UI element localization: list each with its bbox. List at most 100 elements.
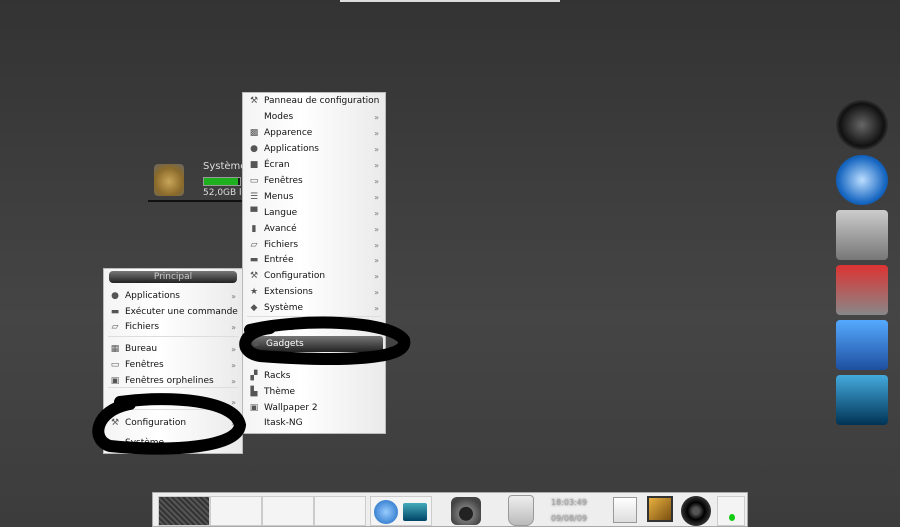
- menu-item-label: Fenêtres: [125, 360, 164, 370]
- monitor-icon: ■: [249, 160, 259, 170]
- blank-icon: [249, 418, 259, 428]
- menu-item-label: Apparence: [264, 128, 313, 138]
- menu-item-label: ment: [125, 397, 149, 407]
- document-icon[interactable]: [836, 320, 888, 370]
- menu-item-fichiers[interactable]: ▱ Fichiers »: [104, 319, 242, 335]
- disk-widget[interactable]: Système 52,0GB li: [148, 158, 247, 202]
- menu-item-applications[interactable]: ● Applications »: [104, 288, 242, 304]
- menu-item-syst-me[interactable]: ◆ Système »: [243, 300, 385, 316]
- chevron-right-icon: »: [374, 255, 379, 265]
- orphan-window-icon: ▣: [110, 376, 120, 386]
- pager-desktop-4[interactable]: [314, 496, 366, 526]
- folder-icon: ▱: [111, 322, 119, 332]
- hard-disk-icon: [154, 164, 184, 196]
- clock-date[interactable]: 09/08/09: [551, 514, 587, 523]
- chevron-right-icon: »: [374, 176, 379, 186]
- chevron-right-icon: »: [231, 418, 236, 428]
- pager-desktop-1[interactable]: [158, 496, 210, 526]
- menu-item-racks[interactable]: ▞ Racks: [243, 368, 385, 384]
- menu-item-apparence[interactable]: ▩ Apparence »: [243, 125, 385, 141]
- disk-name: Système: [203, 161, 247, 172]
- menu-item-th-me[interactable]: ▙ Thème: [243, 384, 385, 400]
- menu-separator: [108, 387, 238, 388]
- window-icon: ▭: [249, 176, 259, 186]
- menu-item-label: Modes: [264, 112, 294, 122]
- menu-item-label: Fond d: [264, 323, 295, 333]
- chevron-right-icon: »: [374, 240, 379, 250]
- browser-icon[interactable]: [374, 500, 398, 524]
- menu-item-label: Menus: [264, 192, 294, 202]
- chevron-right-icon: »: [374, 271, 379, 281]
- menu-item-label: Écran: [264, 160, 290, 170]
- blank-icon: [249, 112, 259, 122]
- menu-item-ex-cuter-une-commande[interactable]: ▬ Exécuter une commande: [104, 304, 242, 320]
- menu-item-configuration[interactable]: ⚒ Configuration »: [243, 268, 385, 284]
- desktop-icon[interactable]: [836, 375, 888, 425]
- config-submenu: ⚒ Panneau de configuration Modes » ▩ Apparenc…: [242, 92, 386, 434]
- wallpaper-icon: ▣: [249, 403, 259, 413]
- monitor-icon[interactable]: [647, 496, 673, 522]
- chevron-right-icon: »: [231, 322, 236, 332]
- chevron-right-icon: »: [231, 376, 236, 386]
- menu-item-label: Bureau: [125, 344, 158, 354]
- chevron-right-icon: »: [374, 224, 379, 234]
- menu-item-menus[interactable]: ☰ Menus »: [243, 189, 385, 205]
- blank-icon: [110, 397, 120, 407]
- menu-item-gadgets[interactable]: ▪ Gadgets: [245, 336, 383, 352]
- menu-item-modules[interactable]: Modules: [243, 352, 385, 368]
- menu-item-itask-ng[interactable]: Itask-NG: [243, 415, 385, 431]
- launcher-group: [370, 496, 432, 526]
- menu-item-bureau[interactable]: ▦ Bureau »: [104, 341, 242, 357]
- menu-item-avanc-[interactable]: ▮ Avancé »: [243, 221, 385, 237]
- menu-item-applications[interactable]: ● Applications »: [243, 141, 385, 157]
- menu-item-syst-me[interactable]: Système: [104, 435, 242, 451]
- menu-item-wallpaper-2[interactable]: ▣ Wallpaper 2: [243, 400, 385, 416]
- menu-item-fichiers[interactable]: ▱ Fichiers »: [243, 237, 385, 253]
- trash-icon[interactable]: [508, 495, 534, 526]
- speaker-icon[interactable]: [681, 496, 711, 526]
- menu-item-extensions[interactable]: ★ Extensions »: [243, 284, 385, 300]
- windows-icon[interactable]: [613, 497, 637, 523]
- browser-icon[interactable]: [836, 155, 888, 205]
- network-icon[interactable]: [717, 496, 745, 526]
- menu-item-label: Langue: [264, 208, 298, 218]
- menu-item-label: Racks: [264, 371, 291, 381]
- joystick-icon[interactable]: [836, 210, 888, 260]
- flag-icon: ▀: [250, 208, 258, 218]
- menu-item-label: Système: [125, 438, 165, 448]
- chevron-right-icon: »: [374, 303, 379, 313]
- disk-free: 52,0GB li: [203, 188, 245, 198]
- menu-item-entr-e[interactable]: ▬ Entrée »: [243, 252, 385, 268]
- menu-item-fen-tres[interactable]: ▭ Fenêtres »: [243, 173, 385, 189]
- menu-icon: ☰: [249, 192, 259, 202]
- install-icon[interactable]: [836, 265, 888, 315]
- menu-item-langue[interactable]: ▀ Langue »: [243, 205, 385, 221]
- chevron-right-icon: »: [231, 344, 236, 354]
- menu-separator: [108, 409, 238, 410]
- applications-icon: ●: [250, 144, 258, 154]
- pager-desktop-2[interactable]: [210, 496, 262, 526]
- menu-item-panneau-de-configuration[interactable]: ⚒ Panneau de configuration: [243, 93, 385, 109]
- desktop-icon[interactable]: [403, 503, 427, 521]
- menu-item-label: Fichiers: [125, 322, 160, 332]
- main-menu: Principal ● Applications » ▬ Exécuter une co…: [103, 268, 243, 454]
- taskbar: 18:03:49 09/08/09: [152, 492, 748, 527]
- wrench-icon: ⚒: [110, 418, 120, 428]
- chevron-right-icon: »: [374, 287, 379, 297]
- top-bar: [340, 0, 560, 2]
- menu-title: Principal: [109, 271, 237, 283]
- camera-icon[interactable]: [451, 497, 481, 525]
- menu-item--cran[interactable]: ■ Écran »: [243, 157, 385, 173]
- terminal-icon: ▬: [110, 307, 120, 317]
- menu-item-ment[interactable]: ment »: [104, 394, 242, 410]
- wrench-icon: ⚒: [249, 96, 259, 106]
- menu-item-fond-d[interactable]: ▣ Fond d: [243, 320, 385, 336]
- chevron-right-icon: »: [374, 208, 379, 218]
- menu-item-label: Wallpaper 2: [264, 403, 318, 413]
- menu-item-modes[interactable]: Modes »: [243, 109, 385, 125]
- menu-item-configuration[interactable]: ⚒ Configuration »: [104, 415, 242, 431]
- clock-time[interactable]: 18:03:49: [551, 498, 587, 507]
- wolf-icon[interactable]: [836, 100, 888, 150]
- menu-item-fen-tres[interactable]: ▭ Fenêtres »: [104, 357, 242, 373]
- pager-desktop-3[interactable]: [262, 496, 314, 526]
